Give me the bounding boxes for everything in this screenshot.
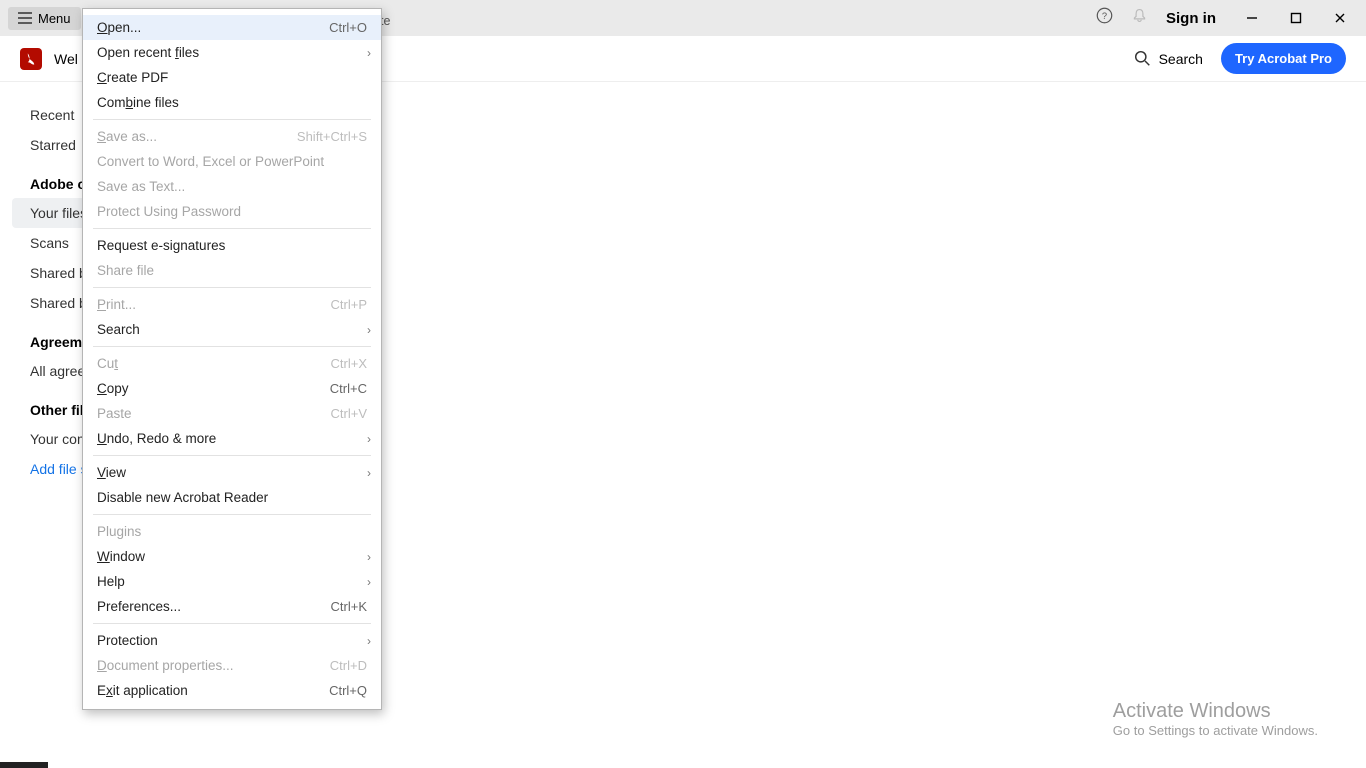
menu-item-combine-files[interactable]: Combine files — [83, 90, 381, 115]
menu-item-preferences[interactable]: Preferences... Ctrl+K — [83, 594, 381, 619]
shortcut: Ctrl+X — [331, 356, 367, 371]
main-menu-dropdown: Open... Ctrl+O Open recent files › Creat… — [82, 8, 382, 710]
search-icon — [1134, 50, 1151, 67]
taskbar-fragment — [0, 762, 48, 768]
chevron-right-icon: › — [367, 550, 371, 564]
menu-item-request-esign[interactable]: Request e-signatures — [83, 233, 381, 258]
menu-item-create-pdf[interactable]: Create PDF — [83, 65, 381, 90]
menu-separator — [93, 455, 371, 456]
windows-activation-watermark: Activate Windows Go to Settings to activ… — [1113, 700, 1318, 738]
shortcut: Shift+Ctrl+S — [297, 129, 367, 144]
menu-item-copy[interactable]: Copy Ctrl+C — [83, 376, 381, 401]
shortcut: Ctrl+Q — [329, 683, 367, 698]
menu-item-disable-new-reader[interactable]: Disable new Acrobat Reader — [83, 485, 381, 510]
menu-item-open-recent[interactable]: Open recent files › — [83, 40, 381, 65]
titlebar-right: ? Sign in — [1096, 0, 1216, 36]
menu-item-share-file: Share file — [83, 258, 381, 283]
menu-item-print: Print... Ctrl+P — [83, 292, 381, 317]
menu-item-undo-redo[interactable]: Undo, Redo & more › — [83, 426, 381, 451]
bell-icon[interactable] — [1131, 7, 1148, 29]
menu-separator — [93, 228, 371, 229]
menu-item-save-as: Save as... Shift+Ctrl+S — [83, 124, 381, 149]
shortcut: Ctrl+V — [331, 406, 367, 421]
acrobat-logo-icon — [20, 48, 42, 70]
chevron-right-icon: › — [367, 466, 371, 480]
menu-item-help[interactable]: Help › — [83, 569, 381, 594]
chevron-right-icon: › — [367, 323, 371, 337]
tab-label: Wel — [54, 51, 78, 67]
svg-text:?: ? — [1102, 11, 1107, 21]
menu-item-paste: Paste Ctrl+V — [83, 401, 381, 426]
menu-item-open[interactable]: Open... Ctrl+O — [83, 15, 381, 40]
menu-button-label: Menu — [38, 11, 71, 26]
menu-separator — [93, 119, 371, 120]
window-controls — [1244, 0, 1366, 36]
watermark-title: Activate Windows — [1113, 700, 1318, 723]
menu-separator — [93, 623, 371, 624]
sign-in-link[interactable]: Sign in — [1166, 10, 1216, 27]
menu-item-view[interactable]: View › — [83, 460, 381, 485]
search-button[interactable]: Search — [1134, 50, 1203, 67]
menu-item-plugins: Plugins — [83, 519, 381, 544]
help-icon[interactable]: ? — [1096, 7, 1113, 29]
menu-separator — [93, 287, 371, 288]
menu-separator — [93, 346, 371, 347]
search-label: Search — [1159, 51, 1203, 67]
try-acrobat-button[interactable]: Try Acrobat Pro — [1221, 43, 1346, 74]
menu-item-save-as-text: Save as Text... — [83, 174, 381, 199]
watermark-subtitle: Go to Settings to activate Windows. — [1113, 723, 1318, 738]
chevron-right-icon: › — [367, 432, 371, 446]
chevron-right-icon: › — [367, 46, 371, 60]
maximize-button[interactable] — [1288, 10, 1304, 26]
menu-item-cut: Cut Ctrl+X — [83, 351, 381, 376]
menu-item-protection[interactable]: Protection › — [83, 628, 381, 653]
toolbar-right: Search Try Acrobat Pro — [1134, 43, 1346, 74]
menu-item-window[interactable]: Window › — [83, 544, 381, 569]
shortcut: Ctrl+K — [331, 599, 367, 614]
chevron-right-icon: › — [367, 575, 371, 589]
menu-item-protect-password: Protect Using Password — [83, 199, 381, 224]
shortcut: Ctrl+P — [331, 297, 367, 312]
shortcut: Ctrl+C — [330, 381, 367, 396]
chevron-right-icon: › — [367, 634, 371, 648]
minimize-button[interactable] — [1244, 10, 1260, 26]
shortcut: Ctrl+D — [330, 658, 367, 673]
try-acrobat-label: Try Acrobat Pro — [1235, 51, 1332, 66]
menu-item-exit[interactable]: Exit application Ctrl+Q — [83, 678, 381, 703]
menu-button[interactable]: Menu — [8, 7, 81, 30]
shortcut: Ctrl+O — [329, 20, 367, 35]
menu-item-convert: Convert to Word, Excel or PowerPoint — [83, 149, 381, 174]
menu-item-doc-properties: Document properties... Ctrl+D — [83, 653, 381, 678]
menu-item-search[interactable]: Search › — [83, 317, 381, 342]
tab-welcome[interactable]: Wel — [20, 48, 78, 70]
menu-separator — [93, 514, 371, 515]
hamburger-icon — [18, 12, 32, 24]
close-button[interactable] — [1332, 10, 1348, 26]
